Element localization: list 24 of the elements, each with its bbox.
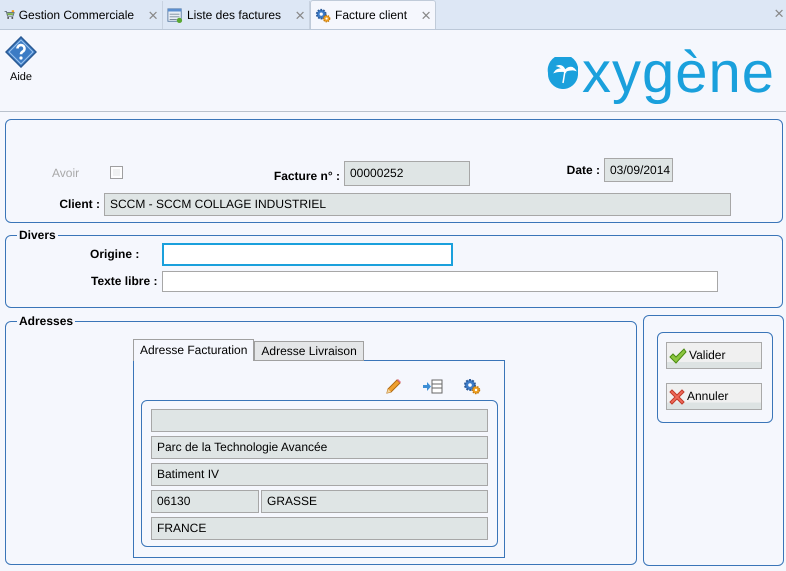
tab[interactable]: Adresse Facturation [133, 339, 254, 361]
field-label: Origine : [90, 247, 140, 262]
address-field[interactable]: FRANCE [151, 517, 488, 540]
help-button[interactable]: Aide [5, 36, 37, 84]
field-label: Texte libre : [91, 274, 158, 289]
address-field[interactable]: Batiment IV [151, 463, 488, 486]
validate-button[interactable]: Valider [666, 342, 762, 369]
invoice-number-field[interactable]: 00000252 [344, 161, 470, 186]
date-field[interactable]: 03/09/2014 [604, 158, 673, 182]
tab[interactable]: Gestion Commerciale × [0, 1, 163, 29]
field-label: Facture n° : [272, 169, 341, 184]
section-title: Adresses [18, 315, 74, 327]
client-field[interactable]: SCCM - SCCM COLLAGE INDUSTRIEL [104, 193, 731, 216]
field-label: Client : [58, 197, 101, 212]
tab[interactable]: Facture client × [310, 0, 436, 29]
checkbox-label: Avoir [52, 166, 80, 180]
address-field[interactable]: 06130 [151, 490, 259, 513]
field-label: Date : [566, 163, 601, 178]
section-title: Divers [18, 229, 57, 241]
cancel-button[interactable]: Annuler [666, 383, 762, 410]
address-field[interactable]: GRASSE [261, 490, 488, 513]
logo: xygène [546, 44, 775, 102]
address-field[interactable]: Parc de la Technologie Avancée [151, 436, 488, 459]
tab[interactable]: Adresse Livraison [254, 341, 364, 361]
